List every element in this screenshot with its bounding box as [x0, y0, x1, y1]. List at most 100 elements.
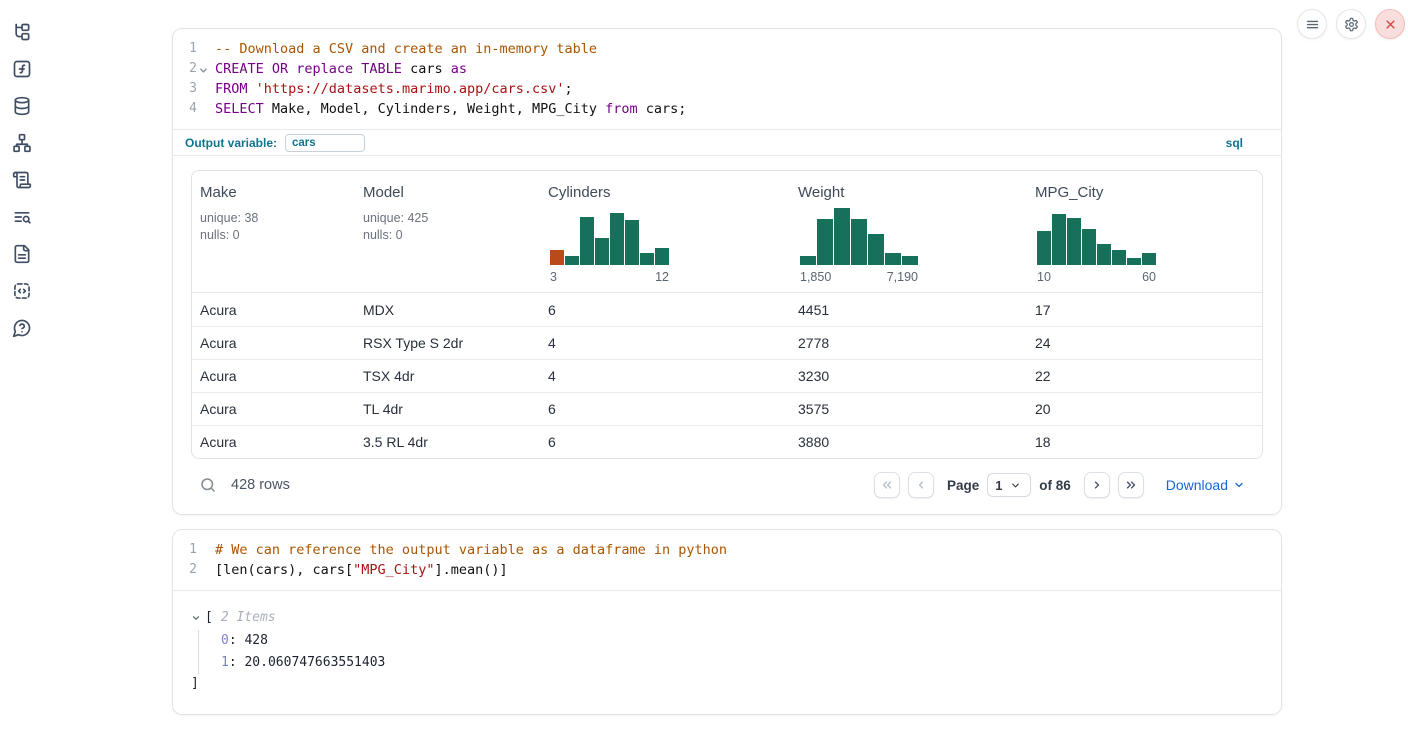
histogram-bar [640, 253, 654, 265]
python-code-editor[interactable]: 1# We can reference the output variable … [173, 530, 1281, 590]
column-header-mpg_city[interactable]: MPG_City 10 60 [1027, 171, 1262, 292]
table-body: AcuraMDX6445117AcuraRSX Type S 2dr427782… [192, 293, 1262, 458]
code-text: CREATE OR replace TABLE cars as [210, 59, 467, 79]
code-line[interactable]: 4SELECT Make, Model, Cylinders, Weight, … [173, 99, 1281, 119]
code-line[interactable]: 2[len(cars), cars["MPG_City"].mean()] [173, 560, 1281, 580]
table-cell: 6 [540, 434, 790, 450]
table-row[interactable]: AcuraTSX 4dr4323022 [192, 359, 1262, 392]
page-select[interactable]: 1 [987, 473, 1031, 497]
token-plain [248, 81, 256, 97]
column-header-weight[interactable]: Weight 1,8507,190 [790, 171, 1027, 292]
table-cell: 4 [540, 335, 790, 351]
items-count-label: 2 Items [221, 608, 276, 628]
token-plain: [len(cars), cars[ [215, 562, 353, 578]
histogram-bar [610, 213, 624, 265]
download-button[interactable]: Download [1166, 477, 1245, 493]
tree-entry-value: : 20.060747663551403 [229, 655, 386, 670]
notebook-menu-button[interactable] [1297, 9, 1327, 39]
table-row[interactable]: AcuraTL 4dr6357520 [192, 392, 1262, 425]
fold-indicator-icon[interactable] [197, 59, 210, 79]
column-header-make[interactable]: Make unique: 38nulls: 0 [192, 171, 355, 292]
output-variable-input[interactable] [285, 134, 365, 152]
shutdown-button[interactable] [1375, 9, 1405, 39]
code-line[interactable]: 3FROM 'https://datasets.marimo.app/cars.… [173, 79, 1281, 99]
table-cell: 3230 [790, 368, 1027, 384]
output-variable-label: Output variable: [185, 136, 277, 150]
histogram-bar [885, 253, 901, 265]
code-line[interactable]: 2CREATE OR replace TABLE cars as [173, 59, 1281, 79]
code-line[interactable]: 1# We can reference the output variable … [173, 540, 1281, 560]
token-comment: # We can reference the output variable a… [215, 542, 727, 558]
sidebar-item-variables[interactable] [10, 57, 34, 81]
table-row[interactable]: AcuraMDX6445117 [192, 293, 1262, 326]
table-cell: TSX 4dr [355, 368, 540, 384]
table-cell: 3880 [790, 434, 1027, 450]
sidebar-item-help[interactable] [10, 316, 34, 340]
histogram-bar [625, 220, 639, 265]
column-name: MPG_City [1035, 184, 1252, 201]
sidebar-item-dependencies[interactable] [10, 131, 34, 155]
table-cell: 24 [1027, 335, 1262, 351]
column-stat: nulls: 0 [200, 227, 345, 244]
page-select-value: 1 [995, 478, 1002, 493]
sidebar-item-tracing[interactable] [10, 205, 34, 229]
code-text: [len(cars), cars["MPG_City"].mean()] [210, 560, 508, 580]
chevrons-left-icon [880, 478, 894, 492]
prev-page-button[interactable] [908, 472, 934, 498]
chevrons-right-icon [1124, 478, 1138, 492]
token-plain: Make, Model, Cylinders, Weight, MPG_City [264, 101, 605, 117]
chevron-right-icon [1090, 478, 1104, 492]
column-stat: unique: 38 [200, 210, 345, 227]
table-cell: 17 [1027, 302, 1262, 318]
histogram-bar [902, 256, 918, 265]
output-variable-row: Output variable: sql [173, 129, 1281, 156]
language-badge: sql [1226, 136, 1243, 150]
table-row[interactable]: AcuraRSX Type S 2dr4277824 [192, 326, 1262, 359]
token-plain: ; [565, 81, 573, 97]
settings-button[interactable] [1336, 9, 1366, 39]
table-cell: Acura [192, 434, 355, 450]
next-page-button[interactable] [1084, 472, 1110, 498]
bracket-close: ] [191, 674, 1263, 694]
fold-indicator-icon [197, 560, 210, 580]
table-cell: 6 [540, 302, 790, 318]
token-comment: -- Download a CSV and create an in-memor… [215, 41, 597, 57]
token-kw: CREATE OR replace TABLE [215, 61, 402, 77]
axis-max-label: 60 [1142, 270, 1156, 284]
column-header-model[interactable]: Modelunique: 425nulls: 0 [355, 171, 540, 292]
column-name: Make [200, 184, 345, 201]
last-page-button[interactable] [1118, 472, 1144, 498]
histogram-bar [868, 234, 884, 265]
sidebar-item-data-sources[interactable] [10, 94, 34, 118]
sidebar-item-logs[interactable] [10, 168, 34, 192]
python-cell: 1# We can reference the output variable … [172, 529, 1282, 715]
table-cell: Acura [192, 335, 355, 351]
column-header-cylinders[interactable]: Cylinders312 [540, 171, 790, 292]
table-cell: 18 [1027, 434, 1262, 450]
histogram-axis-labels: 312 [550, 270, 669, 284]
search-icon[interactable] [199, 476, 217, 494]
hamburger-icon [1305, 17, 1320, 32]
column-name: Weight [798, 184, 1017, 201]
code-text: # We can reference the output variable a… [210, 540, 727, 560]
fold-indicator-icon [197, 79, 210, 99]
histogram-bar [834, 208, 850, 265]
column-histogram: 10 60 [1037, 210, 1252, 284]
sidebar-item-documentation[interactable] [10, 242, 34, 266]
sidebar-item-file-explorer[interactable] [10, 20, 34, 44]
sql-code-editor[interactable]: 1-- Download a CSV and create an in-memo… [173, 29, 1281, 129]
histogram-bar [1067, 218, 1081, 265]
pagination: Page 1 of 86 [874, 472, 1261, 498]
sidebar-item-snippets[interactable] [10, 279, 34, 303]
first-page-button[interactable] [874, 472, 900, 498]
table-cell: TL 4dr [355, 401, 540, 417]
token-kw: SELECT [215, 101, 264, 117]
table-row[interactable]: Acura3.5 RL 4dr6388018 [192, 425, 1262, 458]
sql-cell-output: Make unique: 38nulls: 0 Modelunique: 425nu… [173, 156, 1281, 514]
axis-min-label: 10 [1037, 270, 1051, 284]
tree-entry-value: : 428 [229, 633, 268, 648]
tree-entry: 0: 428 [221, 630, 1263, 652]
code-line[interactable]: 1-- Download a CSV and create an in-memo… [173, 39, 1281, 59]
column-histogram: 1,8507,190 [800, 210, 1017, 284]
collapse-chevron-icon[interactable] [191, 613, 201, 623]
